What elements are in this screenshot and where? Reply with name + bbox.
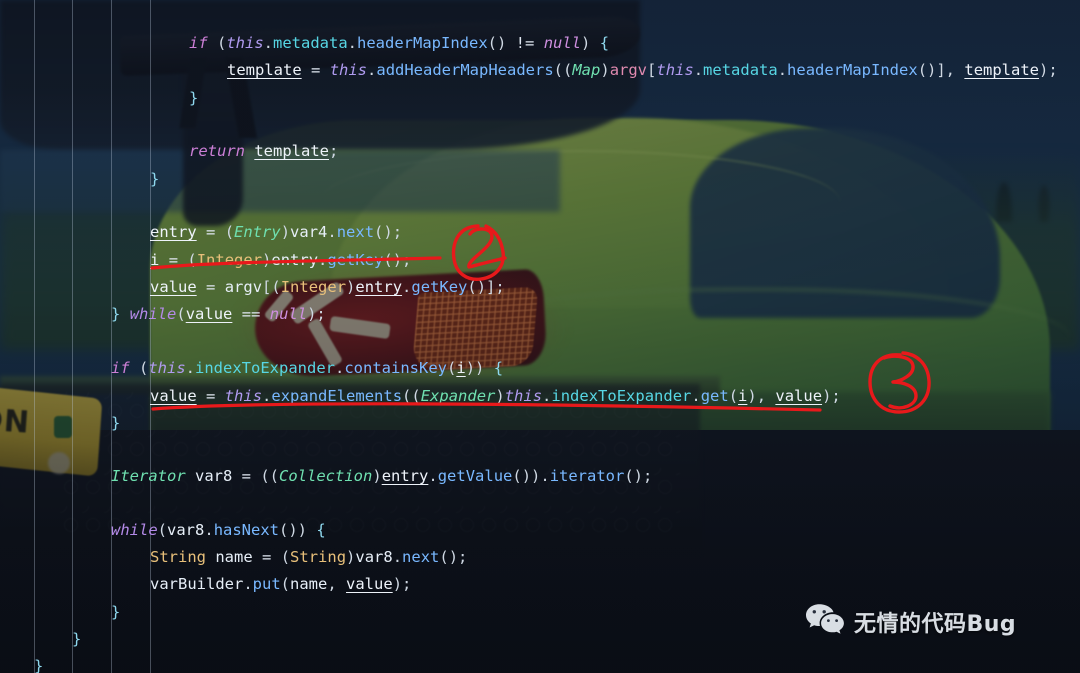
code-line: value = argv[(Integer)entry.getKey()]; bbox=[150, 278, 505, 296]
code-line: } bbox=[150, 170, 160, 188]
screenshot-root: DN if (this.metadata.headerMapIndex() !=… bbox=[0, 0, 1080, 673]
code-line: entry = (Entry)var4.next(); bbox=[150, 223, 403, 241]
code-line: Iterator var8 = ((Collection)entry.getVa… bbox=[111, 467, 653, 485]
code-line: if (this.indexToExpander.containsKey(i))… bbox=[111, 359, 504, 377]
code-line: while(var8.hasNext()) { bbox=[111, 521, 326, 539]
watermark-text: 无情的代码Bug bbox=[854, 612, 1017, 637]
code-line: } bbox=[34, 657, 44, 673]
code-line: } bbox=[111, 414, 121, 432]
code-line: varBuilder.put(name, value); bbox=[150, 575, 412, 593]
code-line: } bbox=[189, 89, 199, 107]
code-line: i = (Integer)entry.getKey(); bbox=[150, 251, 412, 269]
code-line: } while(value == null); bbox=[111, 305, 326, 323]
code-line: if (this.metadata.headerMapIndex() != nu… bbox=[189, 34, 610, 52]
code-line: String name = (String)var8.next(); bbox=[150, 548, 468, 566]
code-editor-text[interactable]: if (this.metadata.headerMapIndex() != nu… bbox=[0, 0, 1080, 673]
watermark: 无情的代码Bug bbox=[805, 603, 1016, 641]
code-line: value = this.expandElements((Expander)th… bbox=[150, 387, 841, 405]
code-line: template = this.addHeaderMapHeaders((Map… bbox=[227, 61, 1058, 79]
wechat-icon bbox=[805, 603, 845, 641]
code-line: return template; bbox=[189, 142, 339, 160]
